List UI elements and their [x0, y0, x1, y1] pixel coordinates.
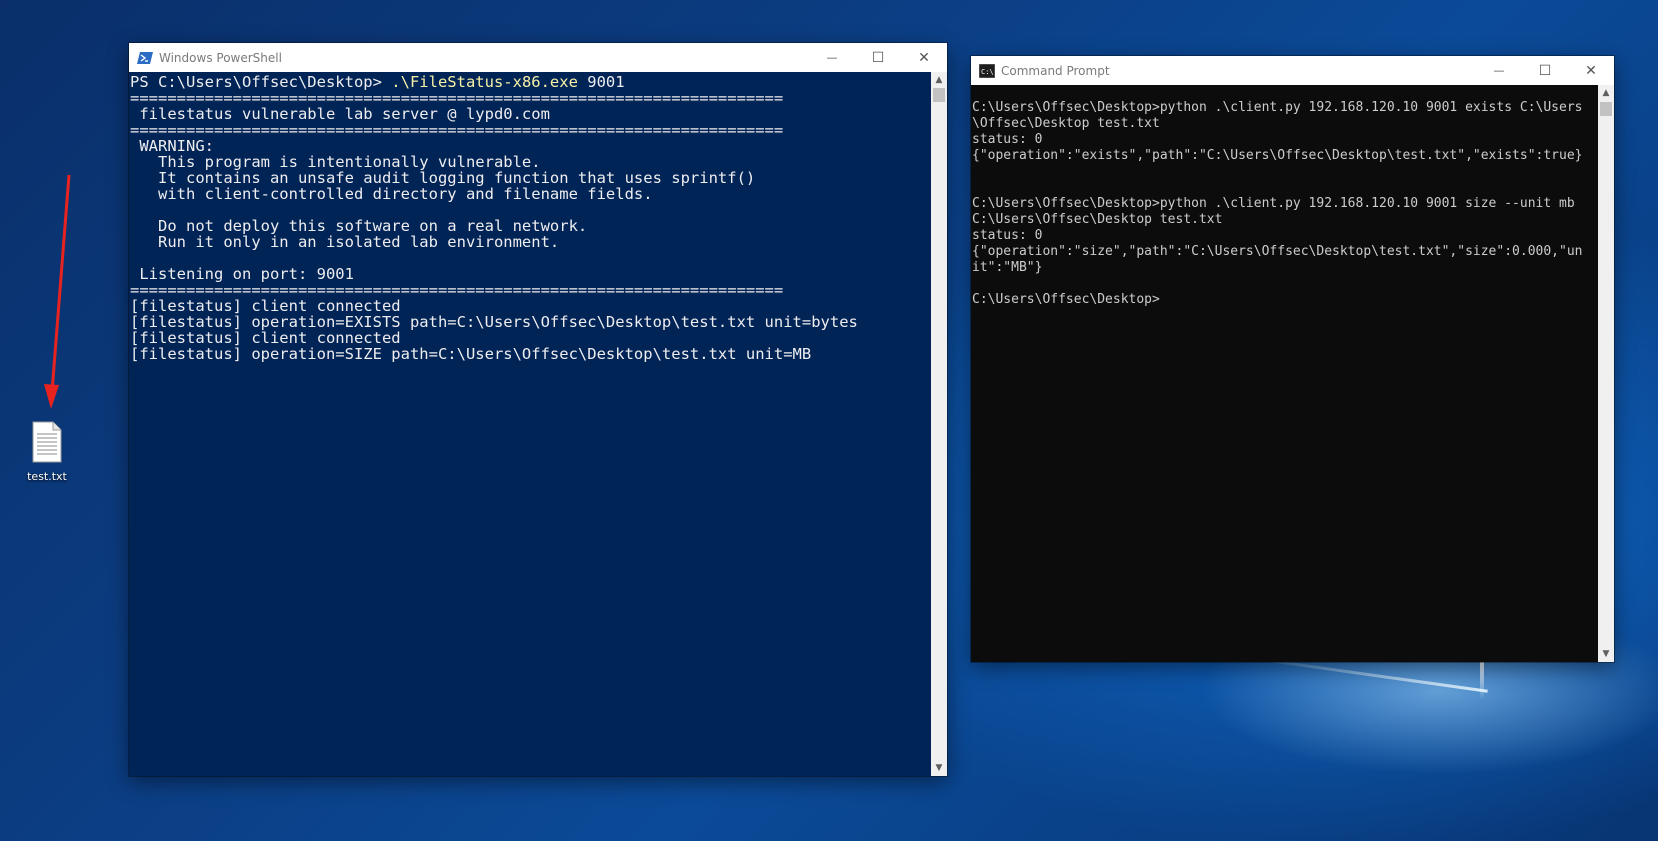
scroll-up-icon[interactable]: ▲ [1598, 85, 1614, 101]
scroll-down-icon[interactable]: ▼ [931, 760, 947, 776]
maximize-button[interactable]: ☐ [855, 43, 901, 72]
text-file-icon [32, 421, 62, 463]
close-button[interactable]: ✕ [901, 43, 947, 72]
scrollbar-thumb[interactable] [933, 88, 945, 102]
minimize-button[interactable]: — [1476, 56, 1522, 85]
minimize-icon: — [1493, 64, 1505, 77]
red-arrow-annotation [44, 174, 71, 409]
cmd-window[interactable]: C:\ Command Prompt — ☐ ✕ C:\Users\Offsec… [971, 56, 1614, 662]
powershell-icon [137, 51, 153, 65]
cmd-icon: C:\ [978, 63, 996, 78]
close-button[interactable]: ✕ [1568, 56, 1614, 85]
scrollbar-thumb[interactable] [1600, 102, 1612, 116]
powershell-title: Windows PowerShell [159, 50, 282, 65]
scroll-up-icon[interactable]: ▲ [931, 72, 947, 88]
maximize-icon: ☐ [871, 49, 885, 66]
powershell-titlebar[interactable]: Windows PowerShell — ☐ ✕ [129, 43, 947, 72]
powershell-output: ========================================… [130, 89, 858, 363]
maximize-icon: ☐ [1538, 62, 1552, 79]
close-icon: ✕ [1585, 62, 1597, 79]
powershell-console[interactable]: PS C:\Users\Offsec\Desktop> .\FileStatus… [129, 72, 931, 776]
powershell-window[interactable]: Windows PowerShell — ☐ ✕ PS C:\Users\Off… [129, 43, 947, 776]
cmd-output: C:\Users\Offsec\Desktop>python .\client.… [972, 100, 1583, 307]
svg-text:C:\: C:\ [981, 68, 994, 76]
cmd-console[interactable]: C:\Users\Offsec\Desktop>python .\client.… [971, 85, 1598, 662]
cmd-titlebar[interactable]: C:\ Command Prompt — ☐ ✕ [971, 56, 1614, 85]
desktop-icon-label: test.txt [27, 470, 67, 483]
wallpaper-light-beam [1480, 660, 1484, 700]
cmd-title: Command Prompt [1001, 63, 1110, 78]
minimize-button[interactable]: — [809, 43, 855, 72]
maximize-button[interactable]: ☐ [1522, 56, 1568, 85]
powershell-scrollbar[interactable]: ▲ ▼ [931, 72, 947, 776]
close-icon: ✕ [918, 49, 930, 66]
desktop-file-test-txt[interactable]: test.txt [20, 420, 74, 483]
scroll-down-icon[interactable]: ▼ [1598, 646, 1614, 662]
minimize-icon: — [826, 51, 838, 64]
cmd-scrollbar[interactable]: ▲ ▼ [1598, 85, 1614, 662]
